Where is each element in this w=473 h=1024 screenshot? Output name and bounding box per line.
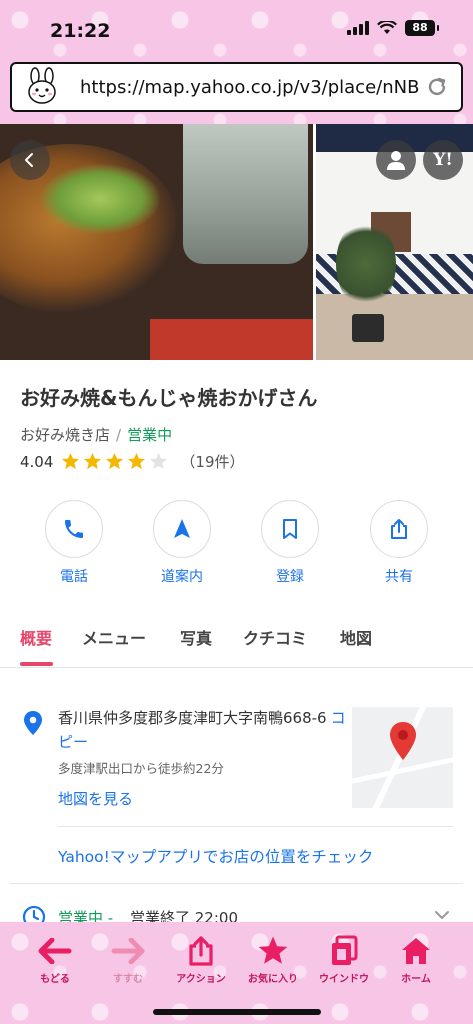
open-in-app-link[interactable]: Yahoo!マップアプリでお店の位置をチェック	[58, 845, 373, 867]
tab-bar: 概要 メニュー 写真 クチコミ 地図	[0, 620, 473, 668]
toolbar-back-label: もどる	[40, 974, 70, 985]
divider	[58, 826, 453, 827]
action-buttons: 電話 道案内 登録 共有	[0, 500, 473, 590]
tab-menu[interactable]: メニュー	[82, 625, 146, 649]
call-label: 電話	[60, 569, 88, 585]
rating-stars	[61, 452, 168, 471]
save-label: 登録	[276, 569, 304, 585]
chevron-left-icon	[25, 153, 33, 167]
save-button[interactable]: 登録	[255, 500, 325, 586]
toolbar-window-label: ウインドウ	[319, 974, 369, 985]
star-icon	[258, 936, 288, 964]
toolbar-home-label: ホーム	[401, 974, 431, 985]
reload-icon[interactable]	[419, 69, 455, 105]
back-button[interactable]	[10, 140, 50, 180]
user-icon	[387, 151, 405, 170]
wifi-icon	[377, 21, 397, 34]
back-arrow-icon	[38, 938, 72, 964]
star-empty-icon	[150, 452, 168, 470]
home-indicator[interactable]	[153, 1009, 321, 1015]
review-count[interactable]: （19件）	[180, 451, 244, 472]
divider	[10, 883, 463, 884]
tab-reviews[interactable]: クチコミ	[243, 625, 307, 649]
view-map-link[interactable]: 地図を見る	[58, 788, 133, 809]
forward-arrow-icon	[111, 938, 145, 964]
address-line: 香川県仲多度郡多度津町大字南鴨668-6	[58, 709, 327, 727]
star-icon	[84, 452, 102, 470]
photo-gallery[interactable]: Y!	[0, 124, 473, 360]
toolbar-forward-label: すすむ	[113, 974, 143, 985]
rating-value: 4.04	[20, 452, 54, 471]
toolbar-window-button[interactable]: ウインドウ	[309, 934, 379, 985]
map-pin-icon	[390, 722, 416, 760]
share-icon	[391, 519, 407, 539]
share-label: 共有	[385, 569, 413, 585]
place-title: お好み焼&もんじゃ焼おかげさん	[20, 386, 318, 410]
cellular-signal-icon	[347, 21, 369, 35]
call-button[interactable]: 電話	[39, 500, 109, 586]
status-icons: 88	[347, 20, 439, 36]
location-pin-icon	[24, 711, 42, 735]
toolbar-forward-button[interactable]: すすむ	[93, 934, 163, 985]
chevron-down-icon[interactable]	[434, 910, 450, 920]
toolbar-favorites-label: お気に入り	[248, 974, 298, 985]
toolbar-favorites-button[interactable]: お気に入り	[238, 934, 308, 985]
yahoo-logo-button[interactable]: Y!	[423, 140, 463, 180]
tab-overview[interactable]: 概要	[20, 625, 52, 649]
active-tab-indicator	[20, 662, 53, 666]
address-bar[interactable]: https://map.yahoo.co.jp/v3/place/nNB...	[10, 62, 463, 112]
mascot-icon	[20, 65, 64, 109]
star-icon	[106, 452, 124, 470]
toolbar-action-label: アクション	[176, 974, 226, 985]
rating-row[interactable]: 4.04 （19件）	[20, 451, 245, 472]
category-separator: /	[116, 426, 122, 444]
url-text[interactable]: https://map.yahoo.co.jp/v3/place/nNB...	[80, 77, 419, 98]
toolbar-action-button[interactable]: アクション	[166, 934, 236, 985]
browser-top-bar: 21:22 88 https://map.yahoo.co.jp/v3/plac…	[0, 0, 473, 124]
tab-map[interactable]: 地図	[340, 625, 372, 649]
toolbar-home-button[interactable]: ホーム	[381, 934, 451, 985]
toolbar-back-button[interactable]: もどる	[20, 934, 90, 985]
star-icon	[128, 452, 146, 470]
nearest-station: 多度津駅出口から徒歩約22分	[58, 761, 224, 776]
star-icon	[62, 452, 80, 470]
directions-button[interactable]: 道案内	[147, 500, 217, 586]
battery-icon: 88	[405, 20, 439, 36]
navigation-arrow-icon	[174, 519, 190, 538]
place-subtitle: お好み焼き店 / 営業中	[20, 424, 172, 445]
bookmark-icon	[283, 519, 297, 539]
open-status: 営業中	[127, 426, 173, 444]
profile-button[interactable]	[376, 140, 416, 180]
mini-map-thumbnail[interactable]	[352, 707, 453, 808]
directions-label: 道案内	[161, 569, 203, 585]
phone-icon	[65, 520, 83, 538]
place-category[interactable]: お好み焼き店	[20, 426, 110, 444]
tab-photos[interactable]: 写真	[180, 625, 212, 649]
home-icon	[402, 938, 430, 964]
share-icon	[189, 936, 213, 966]
status-time: 21:22	[50, 20, 111, 42]
window-icon	[332, 935, 358, 965]
address-text: 香川県仲多度郡多度津町大字南鴨668-6 コピー	[58, 706, 348, 754]
share-button[interactable]: 共有	[364, 500, 434, 586]
